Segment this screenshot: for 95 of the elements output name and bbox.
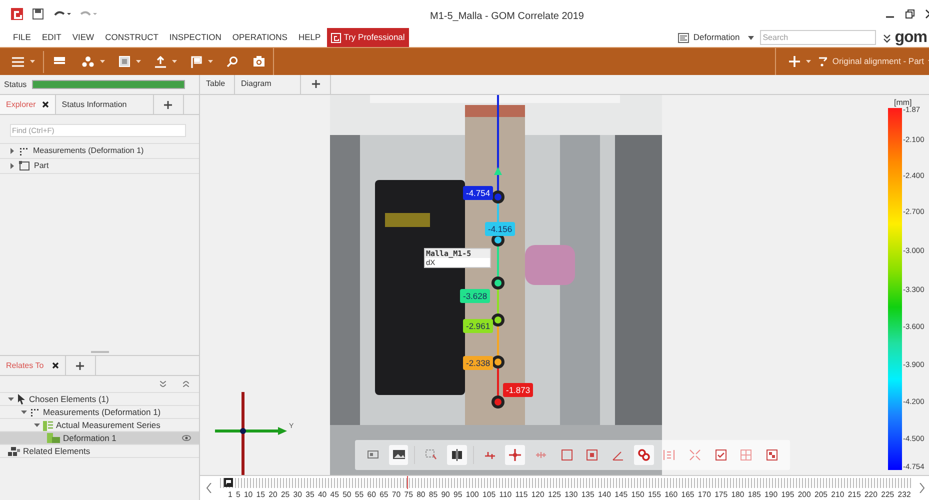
caret-icon[interactable] bbox=[136, 60, 141, 63]
panel-tab[interactable]: Relates To bbox=[0, 356, 66, 375]
measurement-point[interactable] bbox=[492, 313, 504, 326]
slides-icon[interactable] bbox=[366, 448, 379, 461]
measurement-point[interactable] bbox=[492, 190, 504, 204]
caret-icon bbox=[748, 36, 754, 40]
value-label: -1.873 bbox=[503, 382, 534, 397]
panel-tab[interactable]: Status Information bbox=[56, 95, 154, 114]
save-icon[interactable] bbox=[32, 8, 44, 20]
value-label: -3.628 bbox=[460, 288, 490, 303]
expanded-arrow-icon[interactable] bbox=[8, 396, 14, 402]
points-icon bbox=[30, 408, 40, 416]
tree-item[interactable]: Actual Measurement Series bbox=[56, 418, 160, 432]
tree-item[interactable]: Part bbox=[34, 160, 49, 172]
collapsed-arrow-icon[interactable] bbox=[9, 148, 15, 154]
search-icon[interactable] bbox=[227, 56, 238, 67]
menu-icon[interactable] bbox=[12, 56, 24, 66]
expand-all-icon[interactable] bbox=[160, 381, 166, 387]
select-icon[interactable] bbox=[425, 448, 438, 461]
previous-icon[interactable] bbox=[206, 483, 212, 494]
value-label: -4.754 bbox=[463, 186, 494, 200]
image-icon[interactable] bbox=[392, 448, 405, 461]
unit-label: [mm] bbox=[894, 96, 912, 107]
measurement-point[interactable] bbox=[492, 395, 504, 408]
flag-icon[interactable] bbox=[224, 478, 233, 488]
add-tab-icon[interactable] bbox=[312, 80, 320, 88]
app-icon bbox=[11, 8, 23, 20]
view-tab[interactable]: Table bbox=[200, 75, 235, 94]
series-icon bbox=[43, 420, 53, 430]
expanded-arrow-icon[interactable] bbox=[21, 409, 27, 415]
search-field[interactable]: Search bbox=[760, 30, 876, 45]
crosshair-icon[interactable] bbox=[509, 448, 522, 461]
expand-icon[interactable] bbox=[882, 32, 892, 42]
add-tab-icon[interactable] bbox=[164, 100, 172, 108]
split-icon[interactable] bbox=[450, 448, 463, 461]
logo: gom bbox=[894, 28, 927, 46]
menu-item[interactable]: CONSTRUCT bbox=[105, 31, 158, 44]
restore-icon[interactable] bbox=[905, 9, 915, 19]
frame-icon[interactable] bbox=[560, 448, 573, 461]
tree-item[interactable]: Chosen Elements (1) bbox=[29, 392, 109, 406]
expanded-arrow-icon[interactable] bbox=[34, 422, 40, 428]
panel-tab[interactable]: Explorer bbox=[0, 95, 56, 114]
add-tab-icon[interactable] bbox=[76, 362, 84, 370]
caret-icon[interactable] bbox=[172, 60, 177, 63]
close-icon[interactable] bbox=[42, 101, 49, 108]
menu-item[interactable]: HELP bbox=[298, 31, 321, 44]
window-title: M1-5_Malla - GOM Correlate 2019 bbox=[430, 10, 584, 24]
points-icon bbox=[19, 146, 29, 156]
try-professional-button[interactable]: Try Professional bbox=[326, 28, 409, 47]
value-label: -4.156 bbox=[485, 222, 516, 236]
status-label: Status bbox=[4, 78, 27, 90]
tree-item[interactable]: Measurements (Deformation 1) bbox=[33, 145, 144, 157]
timeline-cursor[interactable] bbox=[406, 476, 408, 490]
stage-icon bbox=[47, 433, 60, 443]
workspace-icon bbox=[678, 32, 690, 42]
menu-item[interactable]: OPERATIONS bbox=[232, 31, 288, 44]
link-icon[interactable] bbox=[638, 448, 650, 461]
upload-icon[interactable] bbox=[155, 56, 166, 68]
alignment-icon[interactable] bbox=[819, 56, 828, 66]
value-label: -2.338 bbox=[463, 356, 494, 370]
collapse-all-icon[interactable] bbox=[183, 381, 189, 387]
workspace-dropdown[interactable]: Deformation bbox=[678, 31, 754, 44]
caret-icon[interactable] bbox=[100, 60, 105, 63]
pointer-icon bbox=[17, 394, 26, 404]
next-icon[interactable] bbox=[919, 483, 925, 494]
add-icon[interactable] bbox=[789, 56, 800, 67]
report-icon[interactable] bbox=[766, 448, 778, 461]
related-icon bbox=[8, 446, 20, 456]
angle-icon[interactable] bbox=[612, 448, 624, 461]
checklist-icon[interactable] bbox=[714, 448, 727, 461]
splitter-handle-icon[interactable] bbox=[90, 350, 108, 352]
camera-icon[interactable] bbox=[253, 56, 265, 67]
tree-item[interactable]: Related Elements bbox=[23, 444, 90, 458]
part-icon bbox=[19, 161, 30, 171]
menu-item[interactable]: INSPECTION bbox=[169, 31, 222, 44]
collapsed-arrow-icon[interactable] bbox=[9, 163, 15, 169]
menu-item[interactable]: FILE bbox=[13, 31, 31, 44]
measurement-point[interactable] bbox=[492, 355, 504, 368]
caret-icon[interactable] bbox=[806, 60, 812, 63]
view-tab[interactable]: Diagram bbox=[235, 75, 301, 94]
table-icon[interactable] bbox=[54, 57, 65, 66]
menu-item[interactable]: EDIT bbox=[42, 31, 62, 44]
try-professional-label: Try Professional bbox=[344, 31, 405, 44]
alignment-dropdown[interactable]: Original alignment - Part bbox=[832, 55, 924, 68]
box-icon[interactable] bbox=[586, 448, 598, 461]
tree-item[interactable]: Measurements (Deformation 1) bbox=[43, 406, 161, 418]
caret-icon[interactable] bbox=[208, 60, 213, 63]
menu-item[interactable]: VIEW bbox=[72, 31, 94, 44]
close-icon[interactable] bbox=[52, 362, 59, 369]
eye-icon[interactable] bbox=[182, 435, 191, 441]
value-label: -2.961 bbox=[463, 318, 494, 333]
cluster-icon[interactable] bbox=[82, 56, 94, 67]
measurement-point[interactable] bbox=[492, 276, 504, 290]
caret-icon[interactable] bbox=[30, 60, 35, 63]
external-icon bbox=[330, 32, 341, 42]
